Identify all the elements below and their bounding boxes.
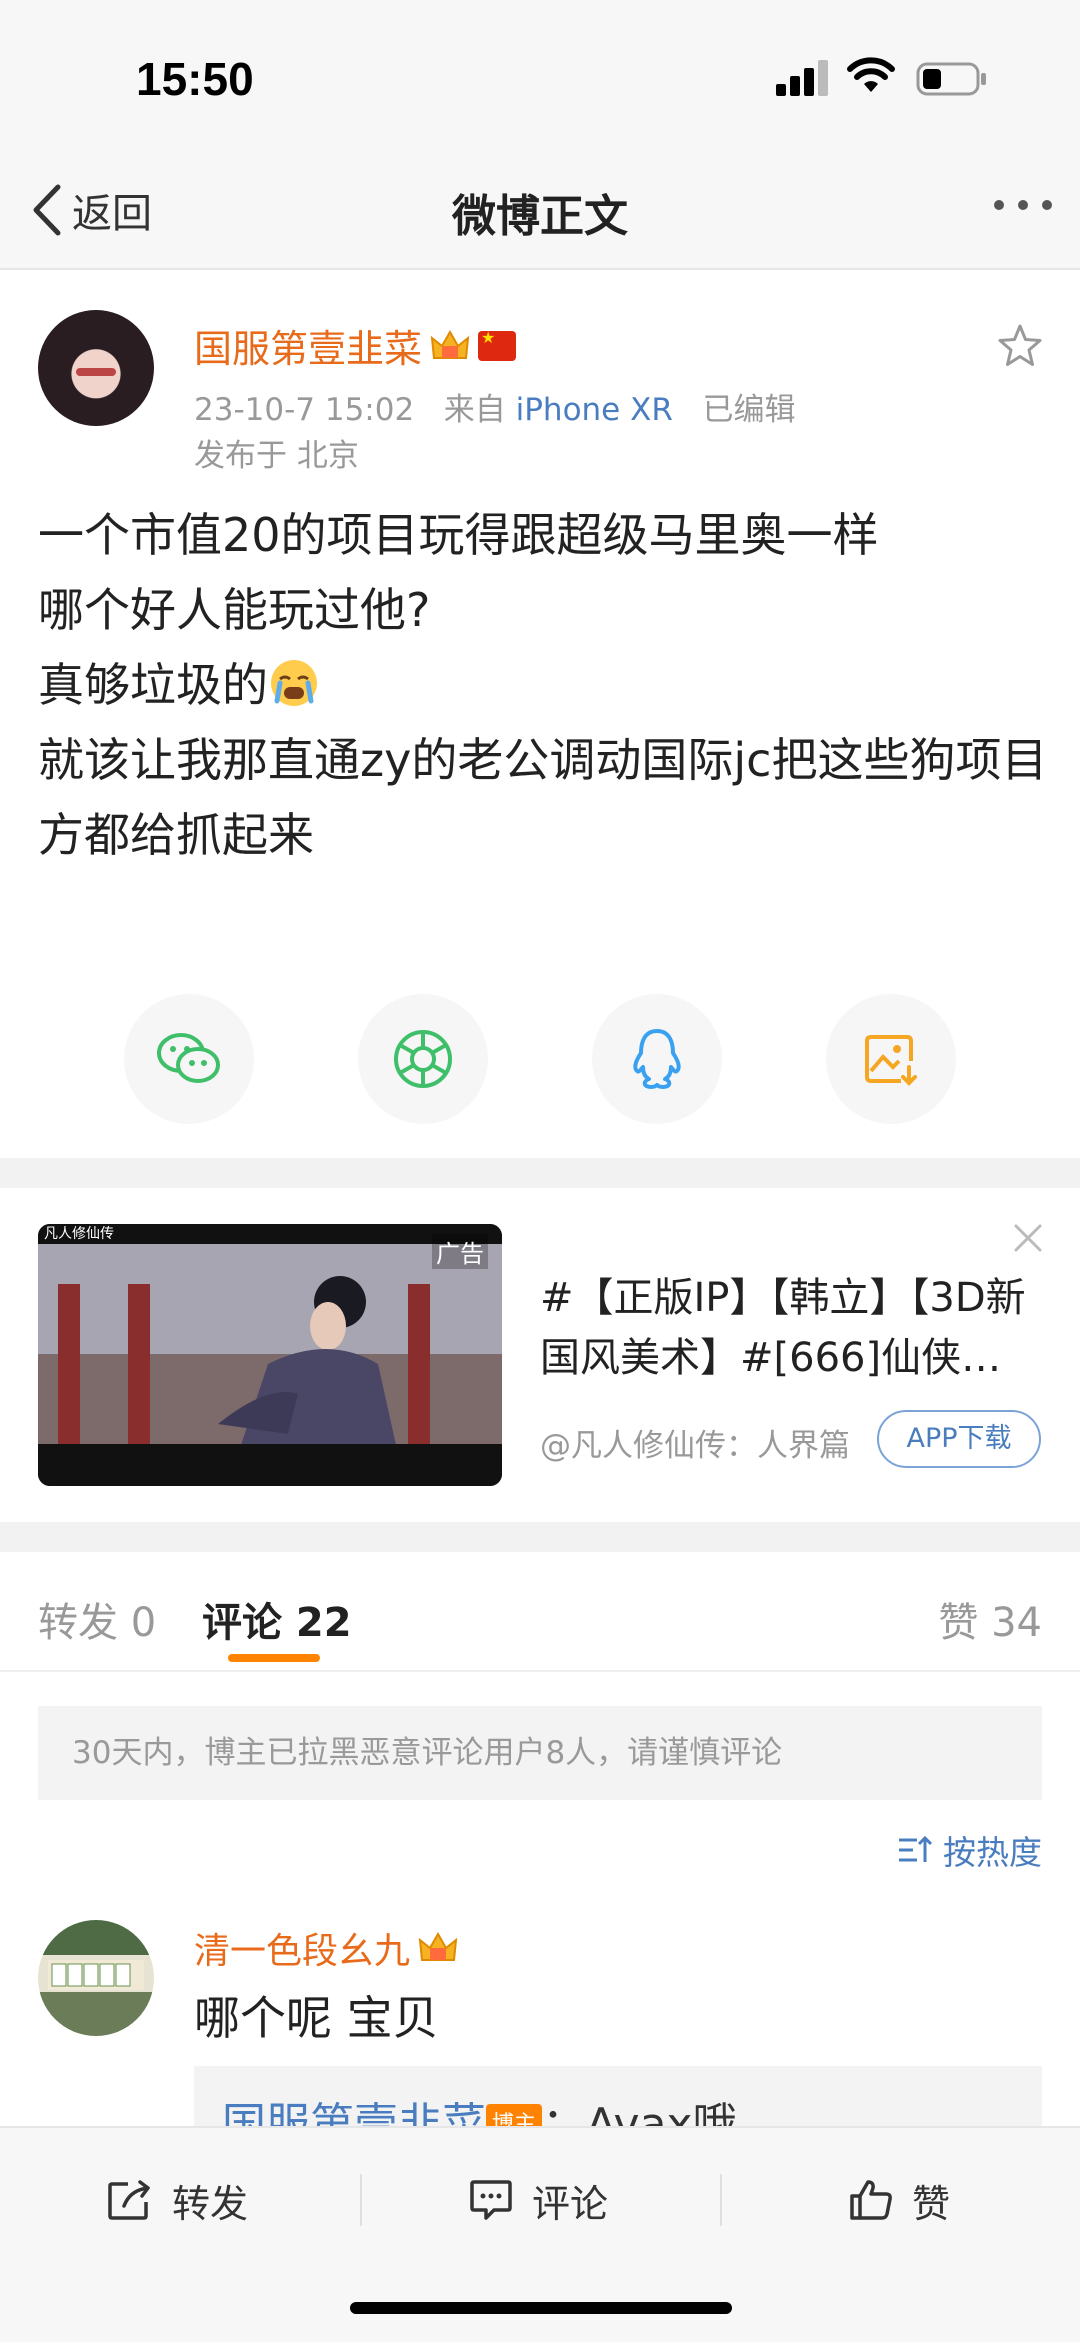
- repost-label: 转发: [172, 2181, 249, 2226]
- comment-bubble-icon: [470, 2180, 512, 2220]
- wechat-icon: [157, 1033, 220, 1083]
- repost-button[interactable]: 转发: [106, 2170, 248, 2230]
- ad-image-title: 凡人修仙传: [44, 1226, 114, 1242]
- save-image-icon: [865, 1035, 917, 1086]
- status-bar: 15:50: [0, 0, 1080, 150]
- share-wechat-button[interactable]: [124, 994, 254, 1124]
- reply-line: 国服第壹韭菜 博主 ：Avax哦: [222, 2088, 737, 2126]
- close-icon[interactable]: [1010, 1220, 1046, 1256]
- sort-label: 按热度: [943, 1833, 1042, 1872]
- ad-source[interactable]: @凡人修仙传：人界篇: [540, 1420, 870, 1465]
- home-indicator: [350, 2302, 732, 2314]
- sort-icon: [899, 1835, 933, 1862]
- post-line: 一个市值20的项目玩得跟超级马里奥一样: [38, 508, 879, 562]
- more-button[interactable]: [994, 200, 1052, 210]
- author-row: 国服第壹韭菜: [194, 318, 517, 373]
- page-title: 微博正文: [452, 191, 628, 242]
- source-prefix: 来自: [443, 392, 506, 428]
- post-source[interactable]: iPhone XR: [516, 392, 673, 428]
- more-dot-icon: [1042, 200, 1052, 210]
- reply-author[interactable]: 国服第壹韭菜: [222, 2099, 486, 2126]
- tab-repost[interactable]: 转发 0: [38, 1590, 156, 1648]
- share-arrow-icon: [108, 2180, 150, 2220]
- vip-crown-icon[interactable]: [430, 328, 470, 364]
- commenter-avatar[interactable]: [38, 1920, 154, 2036]
- like-label: 赞: [912, 2181, 951, 2226]
- qq-icon: [633, 1029, 681, 1089]
- ad-image[interactable]: 凡人修仙传 广告: [38, 1224, 502, 1486]
- comment-notice: 30天内，博主已拉黑恶意评论用户8人，请谨慎评论: [38, 1706, 1042, 1800]
- section-divider: [0, 1522, 1080, 1552]
- more-dot-icon: [994, 200, 1004, 210]
- more-dot-icon: [1018, 200, 1028, 210]
- comment-label: 评论: [532, 2181, 609, 2226]
- share-row: [0, 994, 1080, 1124]
- post-meta: 23-10-7 15:02 来自 iPhone XR 已编辑: [194, 384, 795, 429]
- favorite-star-icon[interactable]: [996, 322, 1044, 370]
- commenter-row: 清一色段幺九: [194, 1922, 458, 1974]
- edited-label: 已编辑: [702, 392, 796, 428]
- crying-emoji-icon: [271, 660, 317, 706]
- active-tab-indicator: [228, 1654, 320, 1662]
- ad-tag: 广告: [432, 1234, 488, 1269]
- tab-like[interactable]: 赞 34: [938, 1590, 1042, 1648]
- mahjong-avatar-image: [48, 1960, 144, 1990]
- post-line-text: 真够垃圾的: [38, 658, 268, 712]
- post-body: 一个市值20的项目玩得跟超级马里奥一样 哪个好人能玩过他? 真够垃圾的 就该让我…: [38, 498, 1048, 873]
- interaction-tabs: 转发 0 评论 22 赞 34: [0, 1552, 1080, 1672]
- status-time: 15:50: [136, 53, 254, 105]
- nav-bar: 返回 微博正文: [0, 150, 1080, 270]
- author-name[interactable]: 国服第壹韭菜: [194, 318, 422, 373]
- vip-crown-icon[interactable]: [418, 1930, 458, 1966]
- author-badge: 博主: [486, 2104, 543, 2126]
- thumbs-up-icon: [850, 2180, 892, 2220]
- post-line: 哪个好人能玩过他?: [38, 583, 431, 637]
- commenter-name[interactable]: 清一色段幺九: [194, 1922, 410, 1974]
- bottom-bar-separator: [360, 2174, 362, 2226]
- reply-text: ：Avax哦: [542, 2099, 737, 2126]
- author-avatar[interactable]: [38, 310, 154, 426]
- moments-icon: [394, 1030, 452, 1088]
- sort-by-hot-button[interactable]: 按热度: [897, 1826, 1042, 1874]
- signal-icon: [776, 60, 828, 96]
- bottom-bar-separator: [720, 2174, 722, 2226]
- save-image-button[interactable]: [826, 994, 956, 1124]
- share-qq-button[interactable]: [592, 994, 722, 1124]
- comment-text: 哪个呢 宝贝: [194, 1991, 439, 2045]
- post-line-with-emoji: 真够垃圾的: [38, 648, 1048, 723]
- post-date: 23-10-7 15:02: [194, 392, 415, 428]
- comment-button[interactable]: 评论: [468, 2170, 608, 2230]
- china-flag-icon: [478, 328, 517, 361]
- reply-preview[interactable]: 国服第壹韭菜 博主 ：Avax哦: [194, 2066, 1042, 2126]
- ad-title[interactable]: #【正版IP】【韩立】【3D新国风美术】#[666]仙侠…: [540, 1268, 1040, 1388]
- post-line: 就该让我那直通zy的老公调动国际jc把这些狗项目方都给抓起来: [38, 733, 1048, 862]
- wifi-icon: [847, 57, 895, 92]
- like-button[interactable]: 赞: [848, 2170, 950, 2230]
- battery-icon: [916, 62, 986, 96]
- section-divider: [0, 1158, 1080, 1188]
- app-download-button[interactable]: APP下载: [877, 1410, 1041, 1468]
- tab-comment[interactable]: 评论 22: [202, 1590, 352, 1648]
- share-moments-button[interactable]: [358, 994, 488, 1124]
- post-location: 发布于 北京: [194, 438, 359, 474]
